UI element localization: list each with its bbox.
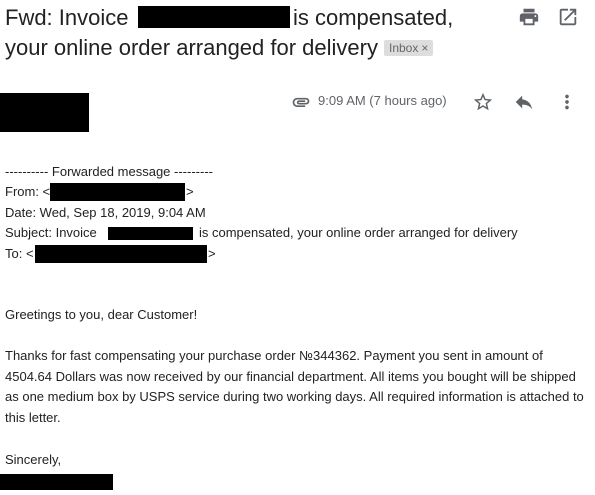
inbox-label-badge: Inbox × [383,40,434,56]
subject-line-2: your online order arranged for delivery I… [5,35,434,61]
subject-line-2-text: your online order arranged for delivery [5,35,378,60]
subject-prefix: Fwd: Invoice [5,5,129,30]
redacted-signature [0,474,113,490]
forward-from-end: > [186,184,194,199]
forwarded-separator: ---------- Forwarded message --------- [5,164,213,179]
inbox-label-text: Inbox [388,41,419,55]
redacted-from-address [50,183,185,201]
forward-date: Date: Wed, Sep 18, 2019, 9:04 AM [5,205,206,220]
reply-icon[interactable] [513,91,535,113]
subject-suffix: is compensated, [293,5,454,30]
attachment-icon [290,92,312,112]
greeting-text: Greetings to you, dear Customer! [5,307,198,322]
print-icon[interactable] [518,6,540,28]
redacted-sender-name [0,93,89,132]
subject-suffix-wrap: is compensated, [293,5,453,31]
redacted-subject-invoice [108,227,193,240]
message-timestamp: 9:09 AM (7 hours ago) [318,93,447,108]
star-icon[interactable] [472,91,494,113]
forward-to-label: To: < [5,246,34,261]
subject-line-1: Fwd: Invoice [5,5,129,31]
remove-label-button[interactable]: × [421,41,428,55]
redacted-to-address [35,245,207,263]
forward-to-end: > [208,246,216,261]
body-paragraph: Thanks for fast compensating your purcha… [5,348,584,425]
forward-subject-rest: is compensated, your online order arrang… [199,225,518,240]
forward-from-label: From: < [5,184,51,199]
forward-subject-label: Subject: Invoice [5,225,97,240]
more-vert-icon[interactable] [556,91,578,113]
open-in-new-icon[interactable] [557,6,579,28]
closing-text: Sincerely, [5,452,62,467]
redacted-invoice-number [138,6,290,28]
